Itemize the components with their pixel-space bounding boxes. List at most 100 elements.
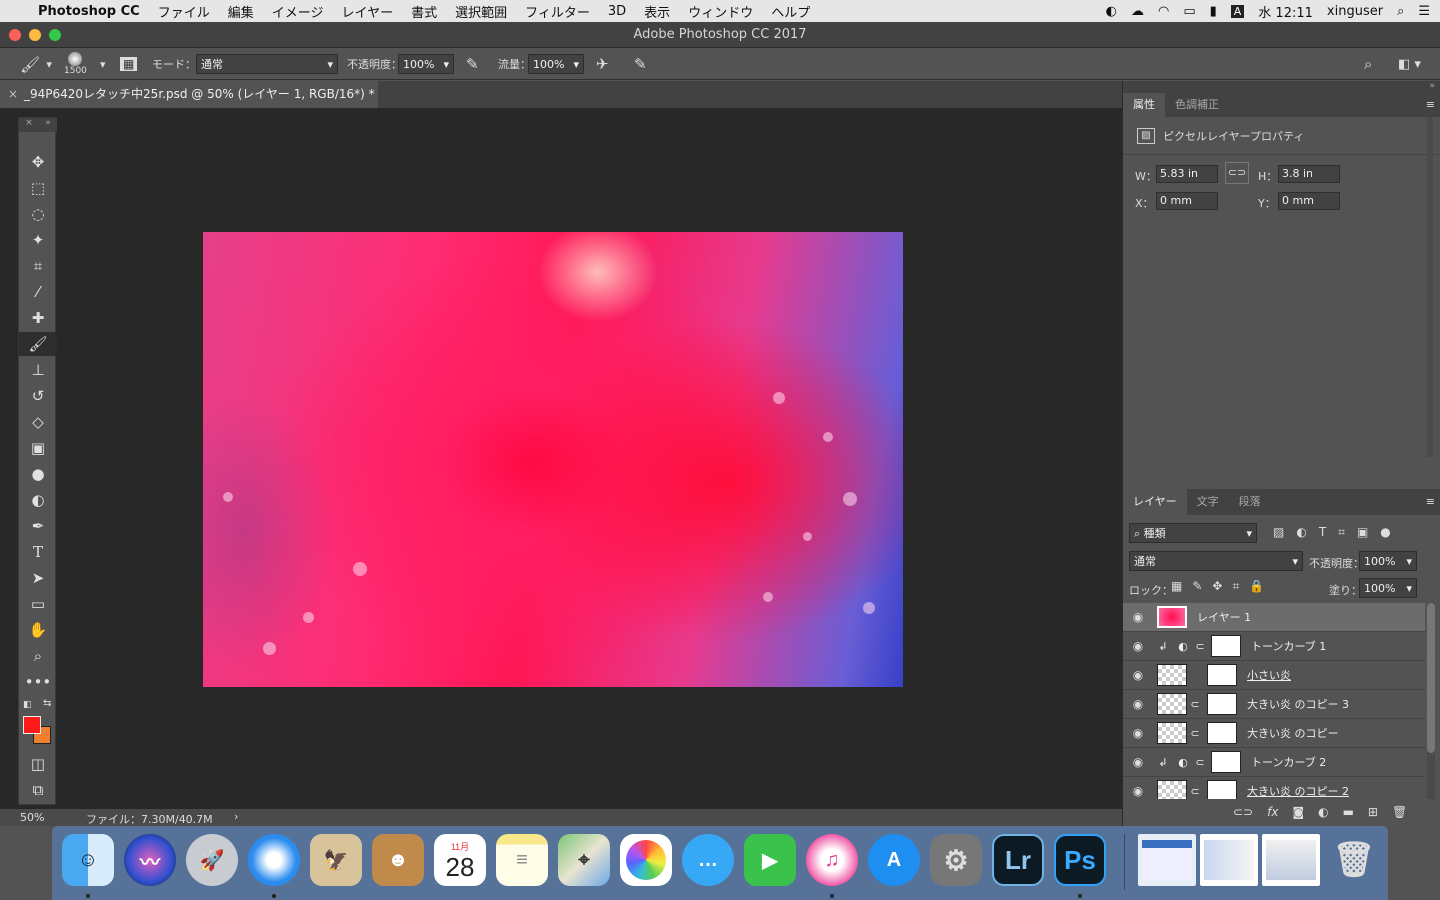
layer-filter-select[interactable]: ⌕ 種類 ▾ — [1129, 523, 1257, 543]
menu-file[interactable]: ファイル — [149, 2, 219, 21]
tools-panel-header[interactable]: ×» — [19, 118, 57, 132]
move-tool-icon[interactable]: ✥ — [19, 150, 57, 174]
menu-view[interactable]: 表示 — [635, 2, 679, 21]
fill-input[interactable]: 100% ▾ — [1359, 578, 1417, 598]
eye-icon[interactable]: ◉ — [1123, 668, 1153, 682]
lightroom-icon[interactable]: Lr — [992, 834, 1044, 886]
status-menu-arrow-icon[interactable]: › — [234, 810, 238, 823]
menubar-clock[interactable]: 水 12:11 — [1258, 2, 1313, 21]
menu-image[interactable]: イメージ — [263, 2, 333, 21]
eye-icon[interactable]: ◉ — [1123, 726, 1153, 740]
blur-tool-icon[interactable]: ● — [19, 462, 57, 486]
menu-edit[interactable]: 編集 — [219, 2, 263, 21]
filter-shape-icon[interactable]: ⌗ — [1338, 525, 1345, 540]
layer-row[interactable]: ◉ レイヤー 1 — [1123, 603, 1425, 632]
tab-adjustments[interactable]: 色調補正 — [1165, 93, 1229, 117]
zoom-window-button[interactable] — [49, 29, 61, 41]
healing-brush-tool-icon[interactable]: ✚ — [19, 306, 57, 330]
appstore-icon[interactable]: A — [868, 834, 920, 886]
pressure-opacity-icon[interactable]: ✎ — [466, 48, 479, 80]
layer-row[interactable]: ◉ ⊂ 大きい炎 のコピー 3 — [1123, 690, 1425, 719]
blend-mode-select[interactable]: 通常 ▾ — [1129, 551, 1303, 571]
lock-position-icon[interactable]: ✥ — [1212, 579, 1222, 594]
tab-paragraph[interactable]: 段落 — [1229, 489, 1271, 515]
layer-row[interactable]: ◉ ↲ ◐ ⊂ トーンカーブ 2 — [1123, 748, 1425, 777]
zoom-level[interactable]: 50% — [20, 811, 44, 824]
brush-picker-dropdown[interactable]: ▾ — [100, 48, 106, 80]
layer-row[interactable]: ◉ 小さい炎 — [1123, 661, 1425, 690]
layer-style-icon[interactable]: fx — [1267, 805, 1278, 819]
layer-row[interactable]: ◉ ↲ ◐ ⊂ トーンカーブ 1 — [1123, 632, 1425, 661]
crop-tool-icon[interactable]: ⌗ — [19, 254, 57, 278]
screen-mode-icon[interactable]: ⧉ — [19, 778, 57, 802]
menu-filter[interactable]: フィルター — [516, 2, 599, 21]
swap-colors-icon[interactable]: ⇆ — [43, 698, 51, 709]
calendar-icon[interactable]: 11月 28 — [434, 834, 486, 886]
close-tab-icon[interactable]: × — [8, 81, 18, 107]
link-dimensions-icon[interactable]: ⊂⊃ — [1225, 162, 1249, 184]
panel-menu-icon[interactable]: ≡ — [1420, 489, 1440, 515]
trash-icon[interactable]: 🗑 — [1328, 834, 1380, 886]
siri-icon[interactable]: 〰 — [124, 834, 176, 886]
y-field[interactable]: 0 mm — [1278, 192, 1340, 210]
safari-icon[interactable]: ✛ — [248, 834, 300, 886]
workspace-switcher-icon[interactable]: ◧ ▾ — [1398, 48, 1421, 80]
pen-tool-icon[interactable]: ✒ — [19, 514, 57, 538]
panel-collapse-icon[interactable]: » — [1123, 81, 1440, 93]
more-tools-icon[interactable]: ••• — [19, 670, 57, 694]
menu-help[interactable]: ヘルプ — [762, 2, 819, 21]
lock-all-icon[interactable]: 🔒 — [1249, 579, 1264, 594]
eye-icon[interactable]: ◉ — [1123, 784, 1153, 798]
filter-toggle-icon[interactable]: ● — [1380, 525, 1390, 540]
path-selection-tool-icon[interactable]: ➤ — [19, 566, 57, 590]
airplay-icon[interactable]: ▭ — [1183, 4, 1195, 19]
collapse-icon[interactable]: » — [45, 118, 51, 132]
opacity-input[interactable]: 100% ▾ — [398, 54, 454, 74]
menubar-user[interactable]: xinguser — [1327, 4, 1383, 19]
document-tab[interactable]: × _94P6420レタッチ中25r.psd @ 50% (レイヤー 1, RG… — [0, 81, 378, 108]
airbrush-icon[interactable]: ✈ — [596, 48, 609, 80]
preview-icon[interactable]: 🦅 — [310, 834, 362, 886]
rectangle-tool-icon[interactable]: ▭ — [19, 592, 57, 616]
pressure-size-icon[interactable]: ✎ — [634, 48, 647, 80]
documents-stack-icon[interactable] — [1200, 834, 1258, 886]
search-icon[interactable]: ⌕ — [1364, 48, 1372, 80]
menu-layer[interactable]: レイヤー — [332, 2, 402, 21]
photos-icon[interactable] — [620, 834, 672, 886]
tab-character[interactable]: 文字 — [1187, 489, 1229, 515]
eye-icon[interactable]: ◉ — [1123, 610, 1153, 624]
contacts-icon[interactable]: ☻ — [372, 834, 424, 886]
delete-layer-icon[interactable]: 🗑 — [1392, 805, 1407, 819]
link-layers-icon[interactable]: ⊂⊃ — [1233, 805, 1253, 819]
brush-size-picker[interactable]: 1500 — [64, 48, 87, 80]
filter-type-icon[interactable]: T — [1319, 525, 1326, 540]
filter-pixel-icon[interactable]: ▨ — [1273, 525, 1284, 540]
default-colors-icon[interactable]: ◧ — [23, 700, 32, 710]
app-menu[interactable]: Photoshop CC — [29, 4, 149, 19]
brush-panel-toggle-icon[interactable]: ▦ — [120, 48, 138, 80]
lock-transparency-icon[interactable]: ▦ — [1171, 579, 1182, 594]
tab-layers[interactable]: レイヤー — [1123, 489, 1187, 515]
mode-select[interactable]: 通常 ▾ — [196, 54, 338, 74]
menu-3d[interactable]: 3D — [599, 4, 635, 19]
close-window-button[interactable] — [9, 29, 21, 41]
type-tool-icon[interactable]: T — [19, 540, 57, 564]
menu-type[interactable]: 書式 — [402, 2, 446, 21]
eye-icon[interactable]: ◉ — [1123, 697, 1153, 711]
minimize-window-button[interactable] — [29, 29, 41, 41]
magic-wand-tool-icon[interactable]: ✦ — [19, 228, 57, 252]
filter-smart-object-icon[interactable]: ▣ — [1357, 525, 1368, 540]
creative-cloud-icon[interactable]: ☁ — [1131, 4, 1144, 19]
marquee-tool-icon[interactable]: ⬚ — [19, 176, 57, 200]
history-brush-tool-icon[interactable]: ↺ — [19, 384, 57, 408]
lock-pixels-icon[interactable]: ✎ — [1192, 579, 1202, 594]
menu-select[interactable]: 選択範囲 — [446, 2, 516, 21]
itunes-icon[interactable]: ♫ — [806, 834, 858, 886]
add-mask-icon[interactable]: ◙ — [1292, 805, 1304, 819]
lock-artboard-icon[interactable]: ⌗ — [1232, 579, 1239, 594]
photoshop-icon[interactable]: Ps — [1054, 834, 1106, 886]
new-layer-icon[interactable]: ⊞ — [1368, 805, 1378, 819]
brush-tool-icon[interactable]: 🖌 — [19, 332, 57, 356]
close-icon[interactable]: × — [25, 118, 33, 132]
minimized-window-thumbnail[interactable] — [1138, 834, 1196, 886]
